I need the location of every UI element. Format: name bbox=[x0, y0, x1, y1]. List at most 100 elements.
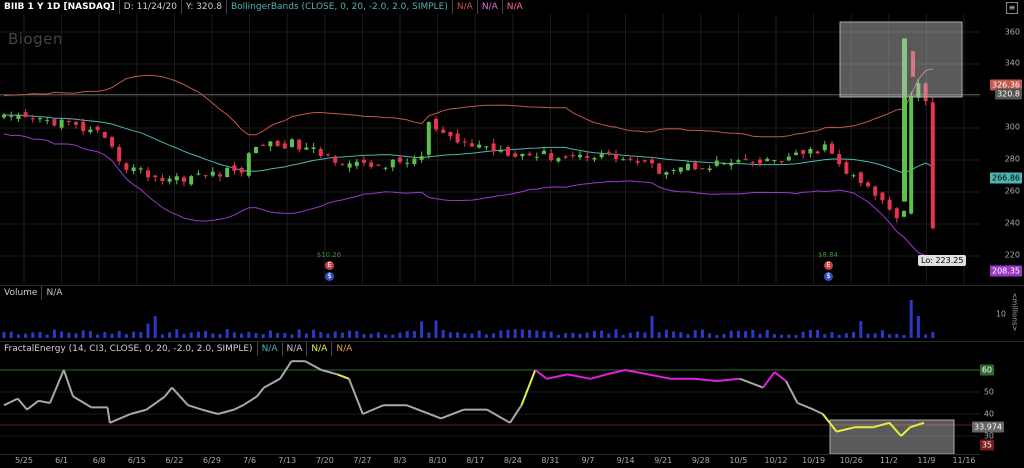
fe-line-segment bbox=[693, 377, 718, 382]
volume-bar bbox=[664, 329, 668, 338]
price-chart[interactable] bbox=[0, 0, 980, 284]
volume-bar bbox=[657, 332, 661, 338]
fe-line-segment bbox=[242, 395, 258, 407]
collapse-icon[interactable]: ≡ bbox=[1006, 2, 1018, 14]
candle-body bbox=[808, 148, 813, 154]
fractal-energy-panel[interactable]: FractalEnergy (14, CI3, CLOSE, 0, 20, -2… bbox=[0, 341, 980, 455]
candle-body bbox=[621, 159, 626, 161]
candle-body bbox=[9, 115, 14, 117]
dividend-icon-1[interactable]: E bbox=[325, 261, 334, 270]
volume-bar bbox=[700, 329, 704, 338]
volume-bar bbox=[434, 320, 438, 338]
volume-bar bbox=[96, 334, 100, 338]
volume-bar bbox=[614, 329, 618, 338]
mid-band-badge: 266.86 bbox=[990, 172, 1022, 184]
volume-bar bbox=[564, 333, 568, 338]
volume-tick-10: 10 bbox=[995, 309, 1006, 319]
candle-body bbox=[398, 157, 402, 163]
candle-body bbox=[45, 119, 50, 121]
candle-body bbox=[930, 102, 935, 229]
price-panel[interactable]: BIIB 1 Y 1D [NASDAQ] D: 11/24/20 Y: 320.… bbox=[0, 0, 980, 284]
candle-body bbox=[441, 129, 446, 133]
fe-line-segment bbox=[217, 408, 235, 415]
candle-body bbox=[894, 208, 899, 219]
candle-body bbox=[628, 158, 633, 160]
candle-body bbox=[246, 153, 251, 176]
volume-bar bbox=[686, 334, 690, 338]
fractal-energy-chart[interactable] bbox=[0, 342, 980, 455]
candle-body bbox=[412, 158, 417, 165]
fe-line-segment bbox=[739, 377, 764, 389]
candle-body bbox=[470, 143, 474, 147]
candle-body bbox=[340, 164, 345, 166]
date-label: 9/28 bbox=[691, 456, 710, 465]
candle-body bbox=[866, 182, 870, 187]
volume-bar bbox=[535, 330, 539, 338]
fe-line-segment bbox=[106, 407, 111, 423]
candle-body bbox=[851, 175, 856, 177]
volume-bar bbox=[859, 321, 863, 338]
volume-bar bbox=[232, 332, 236, 338]
date-label: 6/22 bbox=[165, 456, 184, 465]
fe-line-segment bbox=[567, 373, 591, 380]
date-label: 7/27 bbox=[353, 456, 372, 465]
candle-body bbox=[837, 154, 842, 165]
fe-line-segment bbox=[3, 397, 19, 407]
volume-bar bbox=[60, 331, 64, 338]
volume-bar bbox=[528, 329, 532, 338]
volume-bar bbox=[816, 329, 820, 338]
date-label: 10/12 bbox=[764, 456, 788, 465]
dividend-dollar-icon-2[interactable]: $ bbox=[824, 272, 833, 281]
middle-bollinger-band bbox=[3, 114, 934, 174]
volume-bar bbox=[909, 300, 913, 338]
volume-bar bbox=[67, 332, 71, 338]
volume-chart[interactable] bbox=[0, 286, 980, 341]
volume-bar bbox=[261, 334, 265, 338]
volume-bar bbox=[787, 334, 791, 338]
volume-axis[interactable]: 10 <millions> bbox=[980, 285, 1024, 341]
candle-body bbox=[549, 153, 554, 160]
volume-bar bbox=[81, 330, 85, 338]
volume-bar bbox=[391, 334, 395, 338]
candle-body bbox=[434, 118, 438, 130]
candle-body bbox=[750, 162, 755, 164]
volume-bar bbox=[103, 332, 107, 338]
candle-body bbox=[297, 139, 302, 150]
candle-body bbox=[736, 160, 741, 163]
volume-bar bbox=[549, 331, 553, 338]
dividend-icon-2[interactable]: E bbox=[824, 261, 833, 270]
fe-line-segment bbox=[406, 404, 442, 420]
fe-line-segment bbox=[590, 373, 607, 380]
volume-bar bbox=[9, 331, 13, 338]
volume-bar bbox=[837, 334, 841, 338]
candle-body bbox=[189, 176, 194, 185]
dividend-dollar-icon-1[interactable]: $ bbox=[325, 272, 334, 281]
volume-bar bbox=[729, 330, 733, 338]
candle-body bbox=[275, 140, 280, 147]
date-label: 11/9 bbox=[917, 456, 936, 465]
price-axis[interactable]: ≡ 360 340 320 300 280 260 240 220 326.36… bbox=[980, 0, 1024, 284]
candle-body bbox=[527, 153, 532, 156]
volume-panel[interactable]: Volume N/A bbox=[0, 285, 980, 341]
candle-body bbox=[376, 164, 381, 166]
volume-bar bbox=[24, 333, 28, 338]
fe-axis[interactable]: 60 50 40 33.974 30 35 bbox=[972, 341, 1024, 455]
volume-bar bbox=[866, 333, 870, 338]
fe-line-segment bbox=[773, 371, 787, 382]
volume-bar bbox=[340, 332, 344, 338]
volume-bar bbox=[441, 329, 445, 338]
candle-body bbox=[124, 163, 129, 170]
date-axis[interactable]: 5/25 6/1 6/8 6/15 6/22 6/29 7/6 7/13 7/20 7/27 8/3… bbox=[0, 454, 980, 468]
candle-body bbox=[664, 172, 669, 175]
fe-line-segment bbox=[38, 399, 51, 404]
candle-body bbox=[534, 156, 539, 158]
volume-bar bbox=[348, 330, 352, 338]
candle-body bbox=[333, 156, 338, 163]
candle-body bbox=[606, 151, 611, 153]
candle-body bbox=[794, 152, 798, 155]
candle-body bbox=[844, 162, 849, 174]
volume-bar bbox=[369, 333, 373, 338]
candle-body bbox=[59, 119, 64, 128]
volume-bar bbox=[650, 316, 654, 338]
volume-bar bbox=[578, 333, 582, 338]
